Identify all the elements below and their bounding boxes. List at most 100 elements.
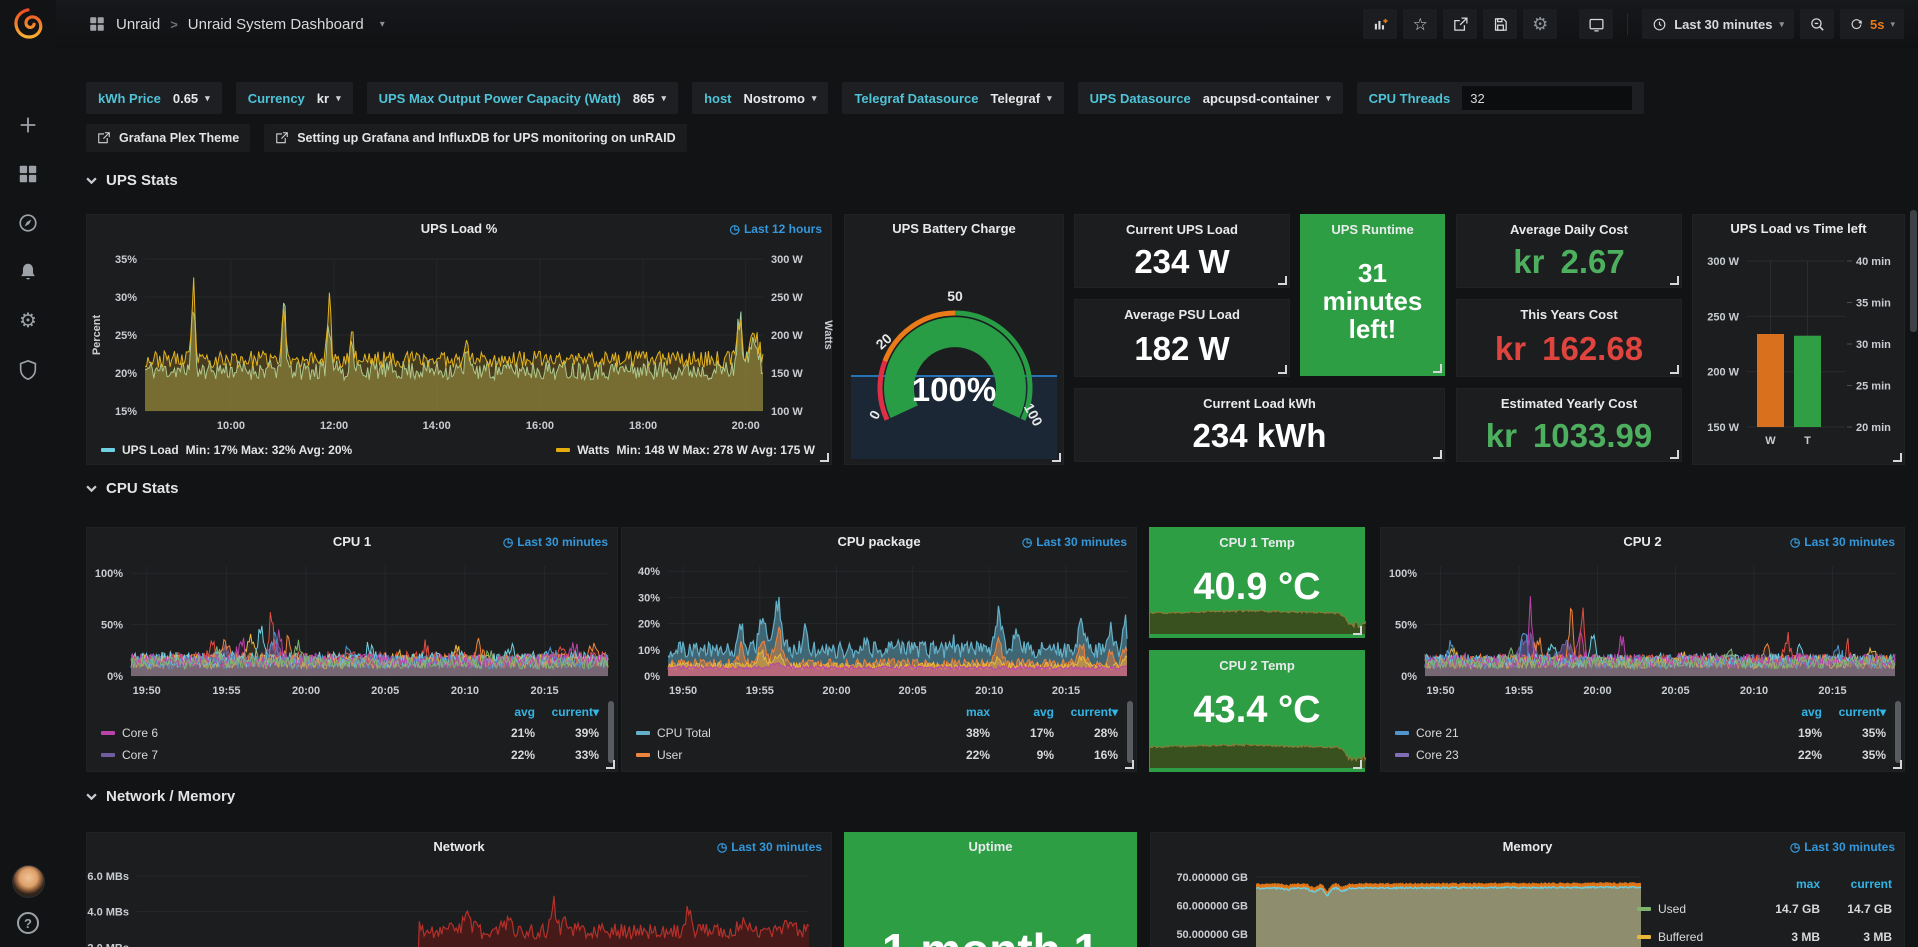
refresh-control[interactable]: 5s ▾ bbox=[1840, 9, 1904, 39]
legend-row: Core 21 19%35% bbox=[1395, 722, 1886, 744]
panel-title[interactable]: Current Load kWh bbox=[1203, 396, 1316, 411]
variable-ups-datasource[interactable]: UPS Datasource apcupsd-container▾ bbox=[1078, 82, 1343, 114]
legend-scrollbar[interactable] bbox=[1127, 701, 1133, 763]
panel-title[interactable]: Average Daily Cost bbox=[1510, 222, 1628, 237]
legend-col-current[interactable]: current▾ bbox=[1822, 705, 1886, 719]
legend-col-current[interactable]: current bbox=[1820, 877, 1892, 891]
title-dropdown-caret-icon[interactable]: ▾ bbox=[380, 19, 385, 30]
time-override-link[interactable]: ◷Last 30 minutes bbox=[1790, 535, 1895, 549]
panel-title[interactable]: CPU 1 Temp bbox=[1219, 535, 1295, 550]
variable-kwh-price[interactable]: kWh Price 0.65▾ bbox=[86, 82, 222, 114]
time-override-link[interactable]: ◷Last 30 minutes bbox=[1790, 840, 1895, 854]
user-avatar[interactable] bbox=[12, 865, 45, 898]
star-button[interactable]: ☆ bbox=[1403, 9, 1437, 39]
time-range-picker[interactable]: Last 30 minutes ▾ bbox=[1642, 9, 1794, 39]
legend-col-avg[interactable]: avg bbox=[990, 705, 1054, 719]
link-label: Grafana Plex Theme bbox=[119, 131, 239, 145]
share-button[interactable] bbox=[1443, 9, 1477, 39]
svg-text:250 W: 250 W bbox=[1707, 311, 1739, 323]
svg-text:20:00: 20:00 bbox=[292, 685, 320, 697]
legend-col-max[interactable]: max bbox=[1748, 877, 1820, 891]
add-panel-button[interactable] bbox=[1363, 9, 1397, 39]
svg-text:300 W: 300 W bbox=[1707, 256, 1739, 268]
save-button[interactable] bbox=[1483, 9, 1517, 39]
variable-ups-max-output[interactable]: UPS Max Output Power Capacity (Watt) 865… bbox=[367, 82, 678, 114]
link-ups-monitoring-guide[interactable]: Setting up Grafana and InfluxDB for UPS … bbox=[264, 124, 686, 152]
variable-currency[interactable]: Currency kr▾ bbox=[236, 82, 353, 114]
variable-value[interactable]: kr bbox=[317, 91, 329, 106]
cpu1-temp-sparkline bbox=[1150, 600, 1364, 634]
section-network-memory[interactable]: Network / Memory bbox=[86, 788, 235, 805]
settings-gear-button[interactable]: ⚙ bbox=[1523, 9, 1557, 39]
grafana-logo-icon[interactable] bbox=[11, 7, 45, 41]
panel-title[interactable]: UPS Load % bbox=[87, 221, 831, 236]
panel-title[interactable]: Average PSU Load bbox=[1124, 307, 1240, 322]
legend-label[interactable]: UPS Load bbox=[122, 443, 179, 457]
add-icon[interactable] bbox=[17, 114, 39, 136]
time-override-link[interactable]: ◷Last 12 hours bbox=[729, 222, 822, 236]
legend-scrollbar[interactable] bbox=[608, 701, 614, 763]
help-icon[interactable]: ? bbox=[17, 912, 39, 934]
panel-title[interactable]: UPS Load vs Time left bbox=[1693, 221, 1904, 236]
variable-value[interactable]: 0.65 bbox=[173, 91, 198, 106]
variable-value[interactable]: Nostromo bbox=[744, 91, 805, 106]
panel-memory: Memory ◷Last 30 minutes 50.000000 GB60.0… bbox=[1150, 832, 1905, 947]
variable-value[interactable]: Telegraf bbox=[990, 91, 1040, 106]
variable-value[interactable]: apcupsd-container bbox=[1203, 91, 1319, 106]
page-scrollbar[interactable] bbox=[1910, 210, 1917, 332]
chevron-down-icon bbox=[86, 793, 97, 800]
variable-label: host bbox=[704, 91, 731, 106]
panel-cpu1-temp: CPU 1 Temp 40.9 °C bbox=[1149, 527, 1365, 638]
configuration-gear-icon[interactable]: ⚙ bbox=[17, 310, 39, 332]
page-title[interactable]: Unraid System Dashboard bbox=[188, 16, 364, 33]
variable-host[interactable]: host Nostromo▾ bbox=[692, 82, 828, 114]
svg-text:50%: 50% bbox=[101, 620, 123, 632]
variable-label: UPS Datasource bbox=[1090, 91, 1191, 106]
legend-col-avg[interactable]: avg bbox=[471, 705, 535, 719]
legend-col-current[interactable]: current▾ bbox=[535, 705, 599, 719]
dashboards-icon[interactable] bbox=[17, 163, 39, 185]
zoom-out-button[interactable] bbox=[1800, 9, 1834, 39]
breadcrumb-folder[interactable]: Unraid bbox=[116, 16, 160, 33]
ups-load-chart[interactable]: 15%100 W20%150 W25%200 W30%250 W35%300 W… bbox=[87, 215, 831, 464]
legend-row: Core 6 21%39% bbox=[101, 722, 599, 744]
legend-scrollbar[interactable] bbox=[1895, 701, 1901, 763]
panel-title[interactable]: CPU 2 Temp bbox=[1219, 658, 1295, 673]
explore-compass-icon[interactable] bbox=[17, 212, 39, 234]
link-grafana-plex-theme[interactable]: Grafana Plex Theme bbox=[86, 124, 250, 152]
cycle-view-tv-button[interactable] bbox=[1579, 9, 1613, 39]
time-override-link[interactable]: ◷Last 30 minutes bbox=[1022, 535, 1127, 549]
legend-col-max[interactable]: max bbox=[926, 705, 990, 719]
legend-col-avg[interactable]: avg bbox=[1758, 705, 1822, 719]
panel-ups-load: UPS Load % ◷Last 12 hours 15%100 W20%150… bbox=[86, 214, 832, 465]
panel-cpu2-temp: CPU 2 Temp 43.4 °C bbox=[1149, 650, 1365, 772]
svg-text:20:00: 20:00 bbox=[732, 420, 760, 432]
variable-value[interactable]: 865 bbox=[633, 91, 655, 106]
panel-estimated-yearly-cost: Estimated Yearly Cost kr1033.99 bbox=[1456, 388, 1682, 462]
battery-gauge[interactable]: 02050100 bbox=[845, 215, 1063, 464]
dashboard-links: Grafana Plex Theme Setting up Grafana an… bbox=[86, 124, 687, 152]
server-admin-shield-icon[interactable] bbox=[17, 359, 39, 381]
panel-title[interactable]: Current UPS Load bbox=[1126, 222, 1238, 237]
time-override-link[interactable]: ◷Last 30 minutes bbox=[717, 840, 822, 854]
svg-text:25 min: 25 min bbox=[1856, 381, 1891, 393]
svg-text:50: 50 bbox=[947, 288, 963, 304]
panel-title[interactable]: This Years Cost bbox=[1520, 307, 1617, 322]
section-ups-stats[interactable]: UPS Stats bbox=[86, 172, 178, 189]
legend-col-current[interactable]: current▾ bbox=[1054, 705, 1118, 719]
panel-title[interactable]: UPS Runtime bbox=[1331, 222, 1413, 237]
ups-load-vs-time-bar-chart[interactable]: 150 W200 W250 W300 W20 min25 min30 min35… bbox=[1693, 215, 1904, 464]
legend-marker bbox=[101, 448, 115, 452]
section-cpu-stats[interactable]: CPU Stats bbox=[86, 480, 179, 497]
refresh-caret-icon: ▾ bbox=[1890, 19, 1895, 30]
svg-text:0%: 0% bbox=[644, 671, 660, 683]
panel-title[interactable]: Estimated Yearly Cost bbox=[1501, 396, 1637, 411]
legend-stats: Min: 148 W Max: 278 W Avg: 175 W bbox=[617, 443, 816, 457]
variable-telegraf-datasource[interactable]: Telegraf Datasource Telegraf▾ bbox=[842, 82, 1063, 114]
time-override-link[interactable]: ◷Last 30 minutes bbox=[503, 535, 608, 549]
panel-title[interactable]: UPS Battery Charge bbox=[845, 221, 1063, 236]
alerting-bell-icon[interactable] bbox=[17, 261, 39, 283]
panel-title[interactable]: Uptime bbox=[845, 839, 1136, 854]
legend-label[interactable]: Watts bbox=[577, 443, 609, 457]
cpu-threads-input[interactable] bbox=[1462, 86, 1632, 110]
